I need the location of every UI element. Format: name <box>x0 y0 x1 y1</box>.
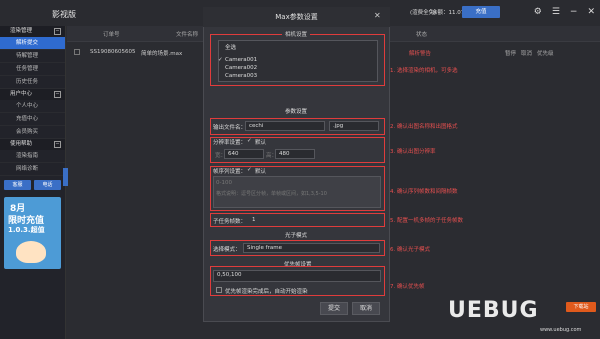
phone-button[interactable]: 电话 <box>34 180 61 190</box>
output-label: 输出文件名： <box>213 125 247 131</box>
annotation-7: 7. 确认优先帧 <box>390 284 425 290</box>
watermark-badge: 下载站 <box>566 302 596 312</box>
support-button[interactable]: 客服 <box>4 180 31 190</box>
promo-banner[interactable]: 8月 限时充值 1.0.3.超值 <box>4 197 61 269</box>
row-status: 解析警告 <box>409 51 432 57</box>
light-mode-select[interactable]: Single frame <box>243 243 380 253</box>
col-file: 文件名称 <box>176 32 199 38</box>
subframes-label: 子任务帧数： <box>213 219 247 225</box>
close-icon[interactable]: ✕ <box>374 11 381 20</box>
annotation-3: 3. 确认出图分辨率 <box>390 149 436 155</box>
annotation-5: 5. 配置一机多帧的子任务帧数 <box>390 218 463 224</box>
priority-input[interactable]: 0,50,100 <box>213 270 381 282</box>
row-action-priority[interactable]: 优先级 <box>537 49 554 57</box>
frames-hint: 格式说明：逗号区分帧，单帧或区间，如1,3,5-10 <box>216 191 327 197</box>
output-name-input[interactable]: cechi <box>245 121 325 131</box>
width-input[interactable]: 640 <box>224 149 264 159</box>
sidebar-item-membership[interactable]: 会员购买 <box>0 126 65 139</box>
collapse-icon[interactable]: − <box>54 91 61 98</box>
submit-button[interactable]: 提交 <box>320 302 348 315</box>
sidebar-item-guide[interactable]: 渲染指南 <box>0 150 65 163</box>
light-label: 选择模式： <box>213 247 241 253</box>
annotation-2: 2. 确认出图名称和出图格式 <box>390 124 458 130</box>
priority-checkbox[interactable] <box>216 287 222 293</box>
row-action-pause[interactable]: 暂停 <box>505 49 516 57</box>
frames-label: 帧序列设置： <box>213 169 247 175</box>
annotation-4: 4. 确认序列帧数和间隔帧数 <box>390 189 458 195</box>
dialog-title: Max参数设置 <box>203 7 390 27</box>
sidebar-expander[interactable] <box>63 168 68 186</box>
annotation-6: 6. 确认光子模式 <box>390 247 430 253</box>
row-action-cancel[interactable]: 取消 <box>521 49 532 57</box>
sidebar-item-network[interactable]: 网络诊断 <box>0 163 65 176</box>
watermark-url: www.uebug.com <box>540 327 582 333</box>
cancel-button[interactable]: 取消 <box>352 302 380 315</box>
sidebar-section-render[interactable]: 渲染管理 − <box>0 26 65 37</box>
col-status: 状态 <box>416 32 428 38</box>
close-icon[interactable]: ✕ <box>587 7 595 17</box>
recharge-button[interactable]: 充值 <box>462 6 500 18</box>
sidebar-item-parse-submit[interactable]: 解析提交 <box>0 37 65 50</box>
sidebar-item-pending[interactable]: 待解管理 <box>0 50 65 63</box>
collapse-icon[interactable]: − <box>54 28 61 35</box>
row-checkbox[interactable] <box>74 49 80 55</box>
menu-icon[interactable]: ☰ <box>552 7 560 17</box>
subframes-input[interactable]: 1 <box>252 217 256 223</box>
output-format-select[interactable]: .jpg <box>329 121 379 131</box>
col-order: 订单号 <box>103 32 120 38</box>
sidebar-item-history[interactable]: 历史任务 <box>0 76 65 89</box>
select-all-checkbox[interactable]: 全选 <box>225 43 236 51</box>
gear-icon[interactable]: ⚙ <box>534 7 542 17</box>
camera-item[interactable]: Camera001 <box>225 57 257 63</box>
frames-default[interactable]: 默认 <box>255 167 266 175</box>
row-file: 简单的场景.max <box>141 51 183 57</box>
app-title: 影视版 <box>52 10 76 19</box>
light-title: 光子模式 <box>285 233 308 239</box>
height-input[interactable]: 480 <box>275 149 315 159</box>
resolution-default[interactable]: 默认 <box>255 138 266 146</box>
camera-check-icon[interactable]: ✓ <box>218 57 223 63</box>
sidebar-item-recharge[interactable]: 充值中心 <box>0 113 65 126</box>
sidebar-item-tasks[interactable]: 任务管理 <box>0 63 65 76</box>
uebug-logo: UEBUG <box>448 298 539 323</box>
promo-line-3: 1.0.3.超值 <box>8 226 45 234</box>
check-icon[interactable]: ✓ <box>247 138 252 144</box>
params-title: 参数设置 <box>285 109 308 115</box>
check-icon[interactable]: ✓ <box>247 167 252 173</box>
resolution-label: 分辨率设置： <box>213 140 247 146</box>
camera-item[interactable]: Camera002 <box>225 65 257 71</box>
sidebar: 渲染管理 − 解析提交 待解管理 任务管理 历史任务 用户中心 − 个人中心 充值中… <box>0 26 66 339</box>
sidebar-section-help[interactable]: 使用帮助 − <box>0 139 65 150</box>
window-controls: ⚙ ☰ − ✕ <box>534 7 595 17</box>
sidebar-section-user[interactable]: 用户中心 − <box>0 89 65 100</box>
row-order: SS19080605605 <box>90 49 136 55</box>
minimize-icon[interactable]: − <box>570 7 578 17</box>
collapse-icon[interactable]: − <box>54 141 61 148</box>
sidebar-item-profile[interactable]: 个人中心 <box>0 100 65 113</box>
priority-option: 优先帧渲染完成后，自动开始渲染 <box>225 289 308 295</box>
balance-label: 余额：11.07 <box>432 10 465 16</box>
mascot-image <box>16 241 46 263</box>
annotation-1: 1. 选择渲染的相机，可多选 <box>390 68 458 74</box>
camera-group-title: 相机设置 <box>282 30 311 38</box>
camera-item[interactable]: Camera003 <box>225 73 257 79</box>
frames-value: 0-100 <box>216 180 232 186</box>
